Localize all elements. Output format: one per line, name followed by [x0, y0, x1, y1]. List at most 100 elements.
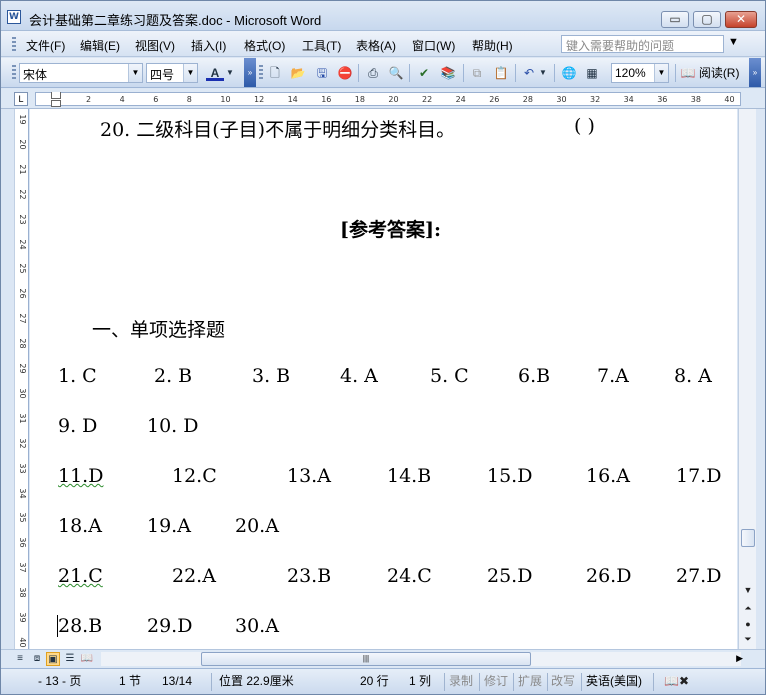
toolbar-options-icon[interactable]: »	[244, 58, 256, 87]
open-icon[interactable]: 📂	[289, 64, 307, 82]
document-page[interactable]: 20. 二级科目(子目)不属于明细分类科目。 ( ) [参考答案]: 一、单项选…	[30, 109, 737, 649]
permission-icon[interactable]: ⛔	[336, 64, 354, 82]
tab-selector[interactable]: L	[14, 92, 28, 106]
normal-view-icon[interactable]: ≡	[13, 652, 27, 666]
status-record[interactable]: 录制	[446, 673, 476, 691]
answer-item: 25.D	[487, 565, 533, 587]
save-icon[interactable]: 🖫	[313, 64, 331, 82]
web-view-icon[interactable]: ⧈	[30, 652, 44, 666]
first-line-indent-icon[interactable]	[51, 92, 61, 99]
ruler-tick: 39	[18, 612, 27, 623]
zoom-select[interactable]: 120% ▼	[611, 63, 669, 83]
help-search-input[interactable]: 键入需要帮助的问题	[561, 35, 724, 53]
ruler-tick: 38	[690, 95, 701, 104]
vertical-scrollbar[interactable]: ▼ ⏶ ● ⏷	[738, 109, 756, 649]
new-doc-icon[interactable]: 🗋	[266, 64, 284, 82]
menu-view[interactable]: 视图(V)	[135, 37, 175, 54]
ruler-tick: 18	[354, 95, 365, 104]
scroll-down-icon[interactable]: ▼	[742, 585, 754, 595]
status-overtype[interactable]: 改写	[548, 673, 578, 691]
status-bar: - 13 - 页 1 节 13/14 位置 22.9厘米 20 行 1 列 录制…	[1, 668, 765, 694]
answer-item: 8. A	[674, 365, 712, 387]
previous-page-icon[interactable]: ⏶	[742, 603, 754, 614]
status-separator	[479, 673, 480, 691]
answer-item: 6.B	[518, 365, 551, 387]
print-layout-icon[interactable]: ▣	[46, 652, 60, 666]
answer-item: 26.D	[586, 565, 632, 587]
menu-table[interactable]: 表格(A)	[356, 37, 396, 54]
hanging-indent-icon[interactable]	[51, 100, 61, 107]
minimize-button[interactable]: ▭	[661, 11, 689, 28]
status-extend[interactable]: 扩展	[515, 673, 545, 691]
outline-view-icon[interactable]: ☰	[63, 652, 77, 666]
ruler-tick: 19	[18, 114, 27, 125]
menu-format[interactable]: 格式(O)	[244, 37, 285, 54]
research-icon[interactable]: 📚	[439, 64, 457, 82]
formatting-toolbar: 宋体 ▼ 四号 ▼ A ▼ » 🗋 📂 🖫 ⛔ ⎙ 🔍 ✔ 📚 ⧉ 📋 ↶ ▼ …	[1, 58, 765, 88]
menu-insert[interactable]: 插入(I)	[191, 37, 226, 54]
answer-item: 27.D	[676, 565, 722, 587]
font-name-select[interactable]: 宋体 ▼	[19, 63, 143, 83]
toolbar-grip-icon	[259, 65, 263, 81]
ruler-tick: 14	[287, 95, 298, 104]
menu-grip-icon[interactable]	[12, 37, 16, 51]
reading-view-icon[interactable]: 📖	[80, 652, 94, 666]
toolbar-options-icon[interactable]: »	[749, 58, 761, 87]
horizontal-scroll-thumb[interactable]: |||	[201, 652, 531, 666]
answer-item: 23.B	[287, 565, 332, 587]
scroll-right-icon[interactable]: ▶	[736, 653, 743, 664]
read-mode-label: 阅读(R)	[698, 66, 740, 80]
horizontal-ruler[interactable]: 2 4 6 8 10 12 14 16 18 20 22 24 26 28 30 32 34 36 38 40	[35, 92, 741, 107]
ruler-tick: 30	[18, 388, 27, 399]
print-preview-icon[interactable]: 🔍	[387, 64, 405, 82]
ruler-tick: 27	[18, 313, 27, 324]
ruler-tick: 8	[186, 95, 192, 104]
toolbar-separator	[515, 64, 516, 82]
table-icon[interactable]: ▦	[583, 64, 601, 82]
maximize-button[interactable]: ▢	[693, 11, 721, 28]
vertical-scroll-thumb[interactable]	[741, 529, 755, 547]
answer-item: 24.C	[387, 565, 432, 587]
font-color-button[interactable]: A	[206, 64, 224, 81]
font-color-dropdown-icon[interactable]: ▼	[225, 64, 235, 82]
menu-window[interactable]: 窗口(W)	[412, 37, 455, 54]
ruler-tick: 25	[18, 263, 27, 274]
toolbar-separator	[463, 64, 464, 82]
word-icon[interactable]: W	[7, 10, 21, 24]
next-page-icon[interactable]: ⏷	[742, 634, 754, 645]
answer-item: 16.A	[586, 465, 630, 487]
status-track-changes[interactable]: 修订	[481, 673, 511, 691]
paste-icon[interactable]: 📋	[492, 64, 510, 82]
menu-tools[interactable]: 工具(T)	[302, 37, 341, 54]
font-size-select[interactable]: 四号 ▼	[146, 63, 198, 83]
font-size-value: 四号	[150, 68, 175, 82]
menu-edit[interactable]: 编辑(E)	[80, 37, 120, 54]
status-line: 20 行	[360, 674, 389, 688]
horizontal-scrollbar[interactable]: ||| ▶	[101, 652, 743, 666]
undo-icon[interactable]: ↶	[520, 64, 538, 82]
status-separator	[513, 673, 514, 691]
ruler-tick: 22	[422, 95, 433, 104]
ruler-tick: 33	[18, 463, 27, 474]
answer-item: 17.D	[676, 465, 722, 487]
copy-icon[interactable]: ⧉	[468, 64, 486, 82]
ruler-tick: 26	[18, 288, 27, 299]
vertical-ruler[interactable]: 19 20 21 22 23 24 25 26 27 28 29 30 31 32 33 34 35 36 37 38…	[14, 109, 29, 649]
menu-help[interactable]: 帮助(H)	[472, 37, 513, 54]
ruler-tick: 34	[18, 487, 27, 499]
browse-object-icon[interactable]: ●	[742, 619, 754, 629]
print-icon[interactable]: ⎙	[364, 64, 382, 82]
spelling-status-icon[interactable]: 📖✖	[661, 673, 692, 691]
close-button[interactable]: ✕	[725, 11, 757, 28]
read-mode-button[interactable]: 📖 阅读(R)	[680, 64, 740, 82]
toolbar-grip-icon[interactable]	[12, 65, 16, 81]
menu-file[interactable]: 文件(F)	[26, 37, 65, 54]
help-dropdown-icon[interactable]: ▼	[728, 36, 739, 48]
undo-dropdown-icon[interactable]: ▼	[538, 64, 548, 82]
toolbar-separator	[409, 64, 410, 82]
spelling-icon[interactable]: ✔	[415, 64, 433, 82]
chevron-down-icon: ▼	[128, 64, 142, 82]
hyperlink-icon[interactable]: 🌐	[560, 64, 578, 82]
ruler-tick: 10	[220, 95, 231, 104]
status-language[interactable]: 英语(美国)	[583, 673, 645, 691]
